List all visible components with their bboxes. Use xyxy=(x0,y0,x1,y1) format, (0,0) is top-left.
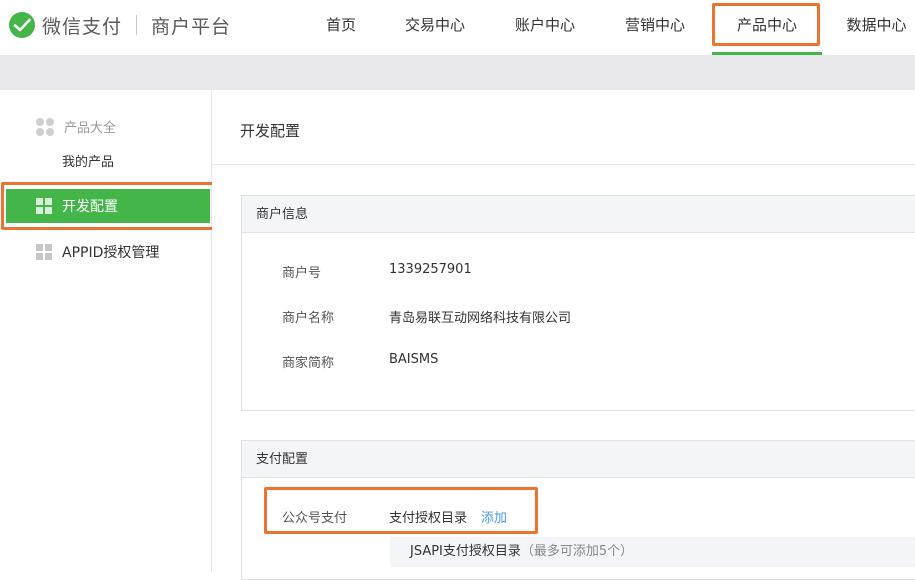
wechat-pay-logo[interactable]: 微信支付 商户平台 xyxy=(8,10,231,40)
merchant-name-row: 商户名称 青岛易联互动网络科技有限公司 xyxy=(282,307,571,326)
brand-divider xyxy=(136,15,138,35)
nav-home[interactable]: 首页 xyxy=(316,0,366,55)
page-title: 开发配置 xyxy=(240,122,301,140)
main-content: 开发配置 商户信息 商户号 1339257901 商户名称 青岛易联互动网络科技… xyxy=(212,90,915,580)
sidebar-item-appid-auth[interactable]: APPID授权管理 xyxy=(6,235,210,269)
nav-account-center-label: 账户中心 xyxy=(514,16,575,34)
top-header: 微信支付 商户平台 首页 交易中心 账户中心 营销中心 产品中心 数据中心 xyxy=(0,0,915,55)
merchant-short-name-label: 商家简称 xyxy=(282,356,335,371)
sidebar-item-label: APPID授权管理 xyxy=(62,245,160,261)
nav-marketing-center-label: 营销中心 xyxy=(624,16,685,34)
grid-icon xyxy=(36,198,52,214)
sidebar-group-label: 产品大全 xyxy=(64,121,117,136)
pay-auth-directory-label: 支付授权目录 xyxy=(389,511,468,526)
platform-name: 商户平台 xyxy=(151,15,232,38)
grid-icon xyxy=(36,244,52,260)
jsapi-directory-note: （最多可添加5个） xyxy=(520,544,634,559)
brand-name: 微信支付 xyxy=(42,15,123,38)
sidebar-group-products: 产品大全 xyxy=(36,117,116,136)
nav-product-center[interactable]: 产品中心 xyxy=(712,0,822,55)
nav-trade-center[interactable]: 交易中心 xyxy=(398,0,472,55)
jsapi-directory-header: JSAPI支付授权目录（最多可添加5个） xyxy=(390,537,915,567)
nav-marketing-center[interactable]: 营销中心 xyxy=(618,0,692,55)
jsapi-directory-title: JSAPI支付授权目录 xyxy=(410,544,521,559)
nav-account-center[interactable]: 账户中心 xyxy=(508,0,582,55)
merchant-info-panel: 商户信息 商户号 1339257901 商户名称 青岛易联互动网络科技有限公司 … xyxy=(241,195,915,411)
merchant-info-heading: 商户信息 xyxy=(242,196,915,233)
nav-trade-center-label: 交易中心 xyxy=(404,16,465,34)
nav-home-label: 首页 xyxy=(325,16,356,34)
pay-config-heading: 支付配置 xyxy=(242,441,915,478)
nav-data-center[interactable]: 数据中心 xyxy=(838,0,915,55)
merchant-short-name-value: BAISMS xyxy=(389,352,439,367)
merchant-id-value: 1339257901 xyxy=(389,262,472,277)
sidebar-my-products[interactable]: 我的产品 xyxy=(62,151,114,170)
merchant-short-name-row: 商家简称 BAISMS xyxy=(282,352,438,371)
products-cluster-icon xyxy=(36,117,54,136)
sidebar-item-dev-config[interactable]: 开发配置 xyxy=(6,189,210,223)
pay-config-panel: 支付配置 公众号支付 支付授权目录 添加 JSAPI支付授权目录（最多可添加5个… xyxy=(241,440,915,580)
merchant-name-value: 青岛易联互动网络科技有限公司 xyxy=(389,311,572,326)
wechat-logo-icon xyxy=(9,12,35,38)
sidebar: 产品大全 我的产品 开发配置 APPID授权管理 xyxy=(0,90,212,572)
merchant-id-row: 商户号 1339257901 xyxy=(282,262,472,281)
nav-product-center-label: 产品中心 xyxy=(736,16,797,34)
official-account-pay-row: 公众号支付 支付授权目录 添加 xyxy=(282,507,507,526)
nav-data-center-label: 数据中心 xyxy=(846,16,907,34)
merchant-name-label: 商户名称 xyxy=(282,311,335,326)
sidebar-item-label: 开发配置 xyxy=(62,199,118,215)
add-directory-link[interactable]: 添加 xyxy=(481,507,507,526)
official-account-pay-label: 公众号支付 xyxy=(282,511,348,526)
merchant-id-label: 商户号 xyxy=(282,266,322,281)
header-separator-strip xyxy=(0,55,915,90)
title-divider xyxy=(212,164,915,165)
